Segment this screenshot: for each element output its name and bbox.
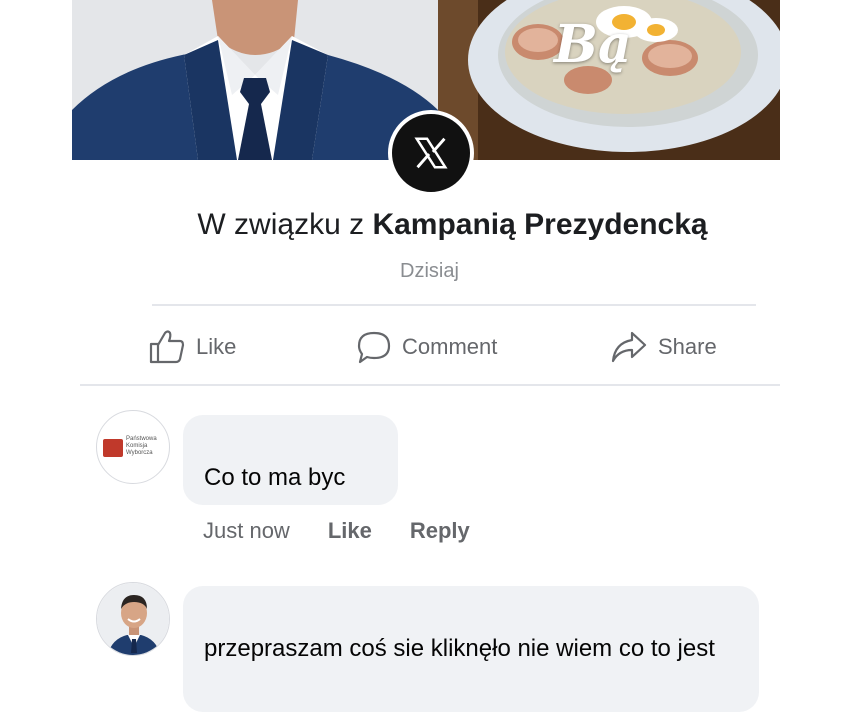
pkw-logo-mark bbox=[103, 439, 123, 457]
share-label: Share bbox=[658, 334, 717, 359]
avatar-pkw[interactable]: Państwowa Komisja Wyborcza bbox=[96, 410, 170, 484]
comment-reply-link[interactable]: Reply bbox=[410, 518, 470, 544]
like-label: Like bbox=[196, 334, 237, 359]
share-button[interactable]: Share bbox=[610, 326, 717, 368]
pkw-line-2: Komisja bbox=[126, 443, 148, 449]
comment-bubble: Co to ma byc bbox=[183, 415, 398, 505]
divider bbox=[152, 304, 756, 306]
post-title-bold: Kampanią Prezydencką bbox=[372, 208, 708, 241]
divider bbox=[80, 384, 780, 386]
pkw-line-1: Państwowa bbox=[126, 436, 157, 442]
like-button[interactable]: Like bbox=[148, 326, 236, 368]
cover-overlay-text: Bą bbox=[554, 14, 632, 75]
comment-button[interactable]: Comment bbox=[356, 326, 497, 368]
post-title-prefix: W związku z bbox=[197, 208, 365, 241]
comment-label: Comment bbox=[402, 334, 498, 359]
avatar-man-in-suit[interactable] bbox=[96, 582, 170, 656]
comment-time: Just now bbox=[203, 518, 290, 543]
cover-photo-man-in-suit bbox=[72, 0, 438, 160]
man-in-suit-avatar bbox=[97, 583, 169, 655]
cover-photo-soup-bowl: Bą bbox=[438, 0, 780, 160]
x-badge bbox=[388, 110, 474, 196]
post-date: Dzisiaj bbox=[400, 260, 459, 282]
post-title: W związku z Kampanią Prezydencką bbox=[0, 208, 859, 242]
thumbs-up-icon bbox=[149, 330, 185, 364]
comment-icon bbox=[357, 331, 391, 364]
share-arrow-icon bbox=[611, 331, 647, 363]
comment-meta: Just now Like Reply bbox=[203, 518, 508, 544]
x-logo-icon bbox=[414, 137, 448, 169]
comment-text: przepraszam coś sie kliknęło nie wiem co… bbox=[204, 635, 715, 662]
comment-like-link[interactable]: Like bbox=[328, 518, 372, 544]
pkw-logo-text: Państwowa Komisja Wyborcza bbox=[126, 436, 157, 457]
pkw-line-3: Wyborcza bbox=[126, 450, 153, 456]
comment-bubble: przepraszam coś sie kliknęło nie wiem co… bbox=[183, 586, 759, 712]
comment-text: Co to ma byc bbox=[204, 464, 346, 491]
